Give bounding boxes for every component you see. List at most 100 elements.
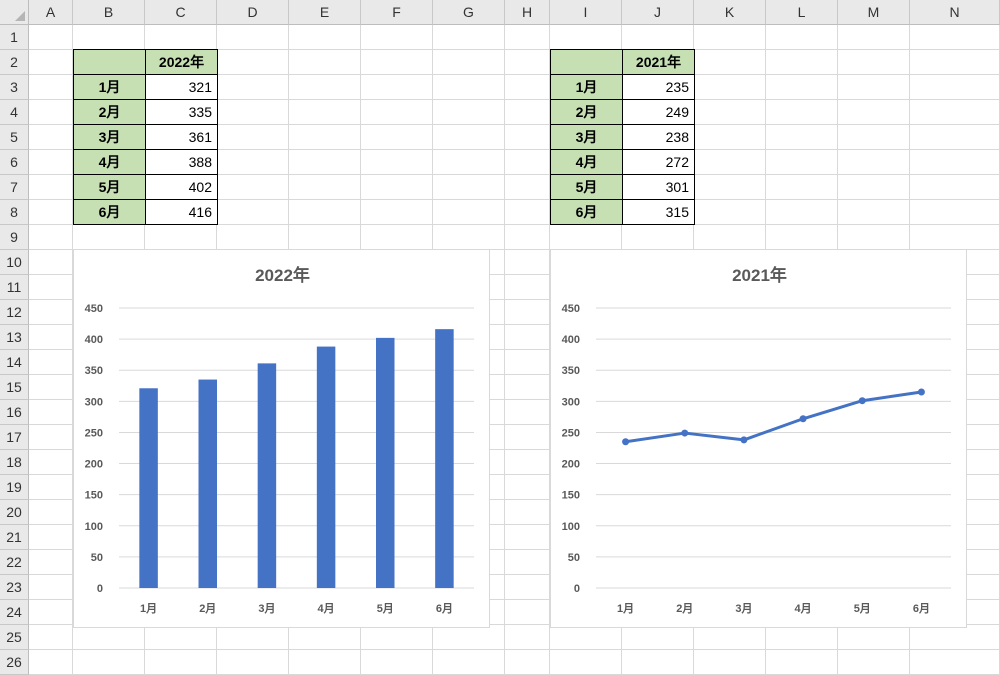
- row-header-1[interactable]: 1: [0, 25, 29, 50]
- table-2022-value-6[interactable]: 416: [145, 199, 218, 225]
- table-2022-value-4[interactable]: 388: [145, 149, 218, 175]
- table-2021-value-2[interactable]: 249: [622, 99, 695, 125]
- y-tick-label: 100: [562, 521, 580, 533]
- table-2021-month-5[interactable]: 5月: [550, 174, 623, 200]
- table-2022-value-1[interactable]: 321: [145, 74, 218, 100]
- x-tick-label: 2月: [199, 602, 216, 615]
- row-header-6[interactable]: 6: [0, 150, 29, 175]
- bar-5月: [376, 337, 395, 588]
- table-2022-value-2[interactable]: 335: [145, 99, 218, 125]
- column-header-B[interactable]: B: [73, 0, 145, 25]
- table-2021-month-3[interactable]: 3月: [550, 124, 623, 150]
- row-header-15[interactable]: 15: [0, 375, 29, 400]
- row-header-8[interactable]: 8: [0, 200, 29, 225]
- row-header-17[interactable]: 17: [0, 425, 29, 450]
- point-4月: [799, 415, 807, 423]
- y-tick-label: 0: [574, 583, 580, 595]
- point-2月: [681, 429, 689, 437]
- table-2021-value-1[interactable]: 235: [622, 74, 695, 100]
- table-2022-month-2[interactable]: 2月: [73, 99, 146, 125]
- bar-1月: [139, 388, 158, 588]
- y-tick-label: 50: [91, 552, 103, 564]
- table-2022-month-1[interactable]: 1月: [73, 74, 146, 100]
- row-header-21[interactable]: 21: [0, 525, 29, 550]
- table-2021-value-6[interactable]: 315: [622, 199, 695, 225]
- row-header-22[interactable]: 22: [0, 550, 29, 575]
- row-header-25[interactable]: 25: [0, 625, 29, 650]
- chart-2022-bar[interactable]: 2022年 0 50 100 150 200 250 300 350 400 450 1月 2月 3月 4月…: [73, 249, 490, 628]
- chart-2021-line[interactable]: 2021年 0 50 100 150 200 250 300 350 400 450 1月 2月 3月 4月…: [550, 249, 967, 628]
- row-header-10[interactable]: 10: [0, 250, 29, 275]
- table-2022-corner-cell[interactable]: [73, 49, 146, 75]
- y-tick-label: 350: [562, 365, 580, 377]
- y-tick-label: 450: [85, 303, 103, 315]
- y-tick-label: 400: [85, 334, 103, 346]
- table-2022-month-5[interactable]: 5月: [73, 174, 146, 200]
- row-header-14[interactable]: 14: [0, 350, 29, 375]
- y-tick-label: 450: [562, 303, 580, 315]
- table-2022-month-3[interactable]: 3月: [73, 124, 146, 150]
- column-header-J[interactable]: J: [622, 0, 694, 25]
- table-2022-header[interactable]: 2022年: [145, 49, 218, 75]
- column-header-A[interactable]: A: [29, 0, 73, 25]
- row-header-13[interactable]: 13: [0, 325, 29, 350]
- x-tick-label: 4月: [795, 602, 812, 615]
- point-3月: [740, 436, 748, 444]
- table-2021-month-4[interactable]: 4月: [550, 149, 623, 175]
- column-header-E[interactable]: E: [289, 0, 361, 25]
- row-header-11[interactable]: 11: [0, 275, 29, 300]
- row-header-5[interactable]: 5: [0, 125, 29, 150]
- y-tick-label: 0: [97, 583, 103, 595]
- row-header-3[interactable]: 3: [0, 75, 29, 100]
- chart-canvas: 2021年 0 50 100 150 200 250 300 350 400 450 1月 2月 3月 4月…: [562, 265, 951, 615]
- column-header-H[interactable]: H: [505, 0, 550, 25]
- column-header-C[interactable]: C: [145, 0, 217, 25]
- row-header-4[interactable]: 4: [0, 100, 29, 125]
- table-2021-month-6[interactable]: 6月: [550, 199, 623, 225]
- chart-title: 2021年: [732, 265, 787, 285]
- column-header-I[interactable]: I: [550, 0, 622, 25]
- row-header-12[interactable]: 12: [0, 300, 29, 325]
- bar-4月: [316, 346, 336, 588]
- bar-6月: [435, 329, 454, 588]
- row-header-18[interactable]: 18: [0, 450, 29, 475]
- table-2022-value-3[interactable]: 361: [145, 124, 218, 150]
- x-tick-label: 1月: [617, 602, 634, 615]
- y-tick-label: 50: [568, 552, 580, 564]
- table-2022-month-4[interactable]: 4月: [73, 149, 146, 175]
- bar-3月: [257, 363, 277, 588]
- table-2021-month-2[interactable]: 2月: [550, 99, 623, 125]
- column-header-K[interactable]: K: [694, 0, 766, 25]
- series-line: [625, 390, 922, 444]
- column-header-N[interactable]: N: [910, 0, 1000, 25]
- column-header-F[interactable]: F: [361, 0, 433, 25]
- table-2022-month-6[interactable]: 6月: [73, 199, 146, 225]
- x-tick-label: 3月: [735, 602, 752, 615]
- x-tick-label: 5月: [377, 602, 394, 615]
- column-header-L[interactable]: L: [766, 0, 838, 25]
- row-header-19[interactable]: 19: [0, 475, 29, 500]
- row-header-9[interactable]: 9: [0, 225, 29, 250]
- row-header-23[interactable]: 23: [0, 575, 29, 600]
- table-2021-corner-cell[interactable]: [550, 49, 623, 75]
- row-header-2[interactable]: 2: [0, 50, 29, 75]
- x-tick-label: 4月: [318, 602, 335, 615]
- column-header-M[interactable]: M: [838, 0, 910, 25]
- table-2021-month-1[interactable]: 1月: [550, 74, 623, 100]
- select-all-corner[interactable]: [0, 0, 29, 25]
- row-header-16[interactable]: 16: [0, 400, 29, 425]
- row-header-20[interactable]: 20: [0, 500, 29, 525]
- table-2021-value-4[interactable]: 272: [622, 149, 695, 175]
- row-header-24[interactable]: 24: [0, 600, 29, 625]
- y-tick-label: 250: [85, 427, 103, 439]
- row-header-26[interactable]: 26: [0, 650, 29, 675]
- chart-canvas: 2022年 0 50 100 150 200 250 300 350 400 450 1月 2月 3月 4月…: [85, 265, 474, 615]
- column-header-D[interactable]: D: [217, 0, 289, 25]
- table-2021-header[interactable]: 2021年: [622, 49, 695, 75]
- y-tick-label: 300: [562, 396, 580, 408]
- table-2022-value-5[interactable]: 402: [145, 174, 218, 200]
- row-header-7[interactable]: 7: [0, 175, 29, 200]
- column-header-G[interactable]: G: [433, 0, 505, 25]
- table-2021-value-5[interactable]: 301: [622, 174, 695, 200]
- table-2021-value-3[interactable]: 238: [622, 124, 695, 150]
